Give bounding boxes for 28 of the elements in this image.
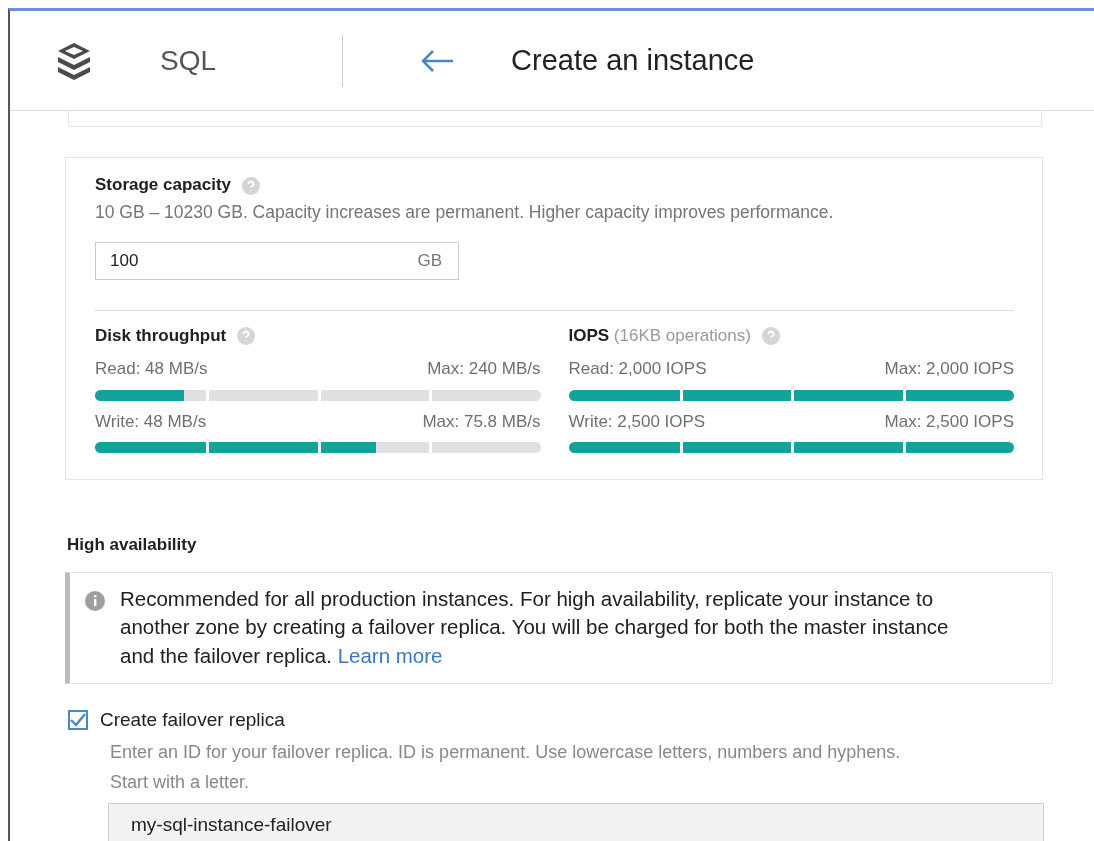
database-icon [56, 40, 92, 81]
section-label: IOPS (16KB operations) [568, 325, 751, 345]
hint-text: Enter an ID for your failover replica. ID is permanent. Use lowercase letters, numbers and hyphens. Start with a letter. [110, 741, 902, 794]
checkbox-label: Create failover replica [100, 707, 285, 732]
help-icon [241, 175, 262, 196]
info-icon [84, 589, 106, 612]
learn-more-link[interactable]: Learn more [337, 643, 443, 667]
field-label: Storage capacity [95, 175, 232, 194]
meter-reading: Write: 48 MB/s [95, 410, 207, 433]
meter-reading: Write: 2,500 IOPS [568, 410, 706, 433]
meter-max: Max: 2,000 IOPS [884, 358, 1014, 380]
meter-max: Max: 240 MB/s [427, 358, 541, 380]
help-icon [760, 326, 781, 347]
meter-max: Max: 2,500 IOPS [884, 410, 1014, 433]
meter-max: Max: 75.8 MB/s [422, 410, 541, 433]
checkbox[interactable] [68, 709, 88, 730]
storage-field[interactable]: 100 GB [95, 241, 459, 280]
help-icon [236, 326, 257, 347]
hint-text: 10 GB – 10230 GB. Capacity increases are permanent. Higher capacity improves performance. [95, 200, 835, 224]
section-heading: High availability [67, 534, 198, 556]
meter-reading: Read: 2,000 IOPS [568, 358, 707, 380]
info-text: Recommended for all production instances. For high availability, replicate your instance to another zone by creating a failover replica. You will be charged for both the master instance and the failover replica. Learn more [120, 585, 950, 669]
page-title: Create an instance [511, 42, 755, 78]
replica-id-field[interactable]: my-sql-instance-failover [108, 803, 1044, 841]
meter-reading: Read: 48 MB/s [95, 358, 208, 380]
product-name: SQL [160, 43, 217, 78]
back-arrow-icon[interactable] [419, 48, 456, 73]
section-label: Disk throughput [95, 325, 227, 345]
